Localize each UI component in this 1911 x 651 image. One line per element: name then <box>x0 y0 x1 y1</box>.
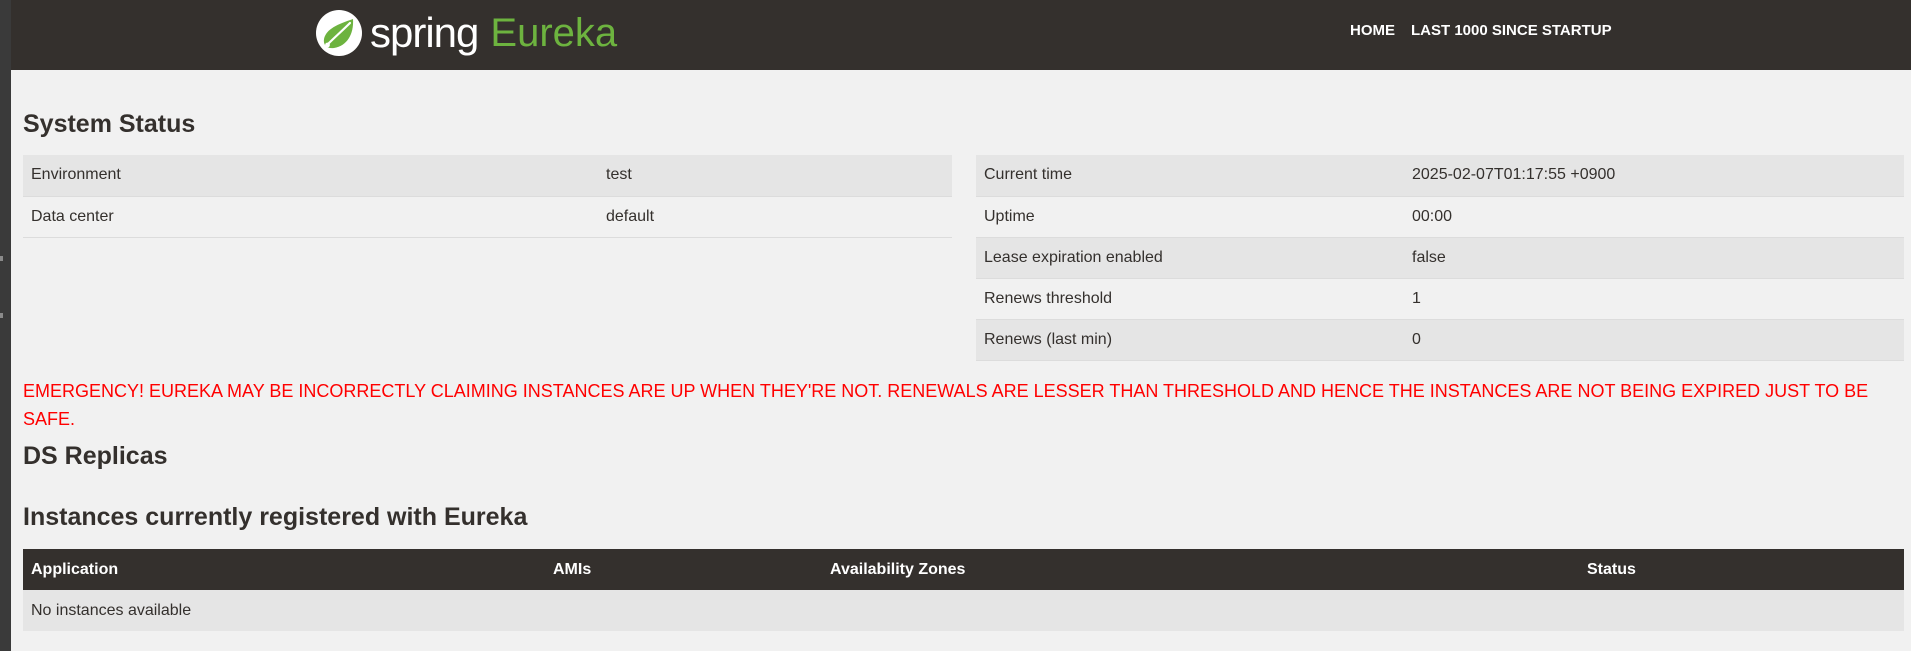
table-row: Renews threshold 1 <box>976 278 1904 320</box>
row-value: test <box>598 155 952 197</box>
ds-replicas-heading: DS Replicas <box>23 442 168 470</box>
table-row: Uptime 00:00 <box>976 196 1904 238</box>
brand-spring-text: spring <box>370 9 479 56</box>
row-label: Current time <box>976 155 1404 197</box>
row-label: Data center <box>23 196 598 238</box>
row-label: Lease expiration enabled <box>976 237 1404 279</box>
row-label: Renews threshold <box>976 278 1404 320</box>
nav-last1000-link[interactable]: LAST 1000 SINCE STARTUP <box>1411 22 1612 39</box>
row-value: default <box>598 196 952 238</box>
instances-heading: Instances currently registered with Eure… <box>23 503 528 531</box>
table-header-row: Application AMIs Availability Zones Stat… <box>23 549 1904 590</box>
row-label: Renews (last min) <box>976 319 1404 361</box>
window-edge <box>0 0 11 651</box>
edge-marker <box>0 313 3 318</box>
edge-marker <box>0 256 3 261</box>
brand-eureka-text: Eureka <box>490 11 618 55</box>
table-row: Current time 2025-02-07T01:17:55 +0900 <box>976 155 1904 197</box>
empty-instances-message: No instances available <box>23 590 1904 631</box>
spring-leaf-icon <box>316 10 362 56</box>
environment-table: Environment test Data center default <box>23 155 952 238</box>
row-value: 2025-02-07T01:17:55 +0900 <box>1404 155 1904 197</box>
table-row: No instances available <box>23 590 1904 631</box>
column-header-availability-zones: Availability Zones <box>822 549 1579 590</box>
brand-logo-link[interactable]: spring Eureka <box>316 9 617 57</box>
table-row: Data center default <box>23 196 952 238</box>
instances-table: Application AMIs Availability Zones Stat… <box>23 549 1904 631</box>
table-row: Environment test <box>23 155 952 197</box>
row-value: false <box>1404 237 1904 279</box>
table-row: Renews (last min) 0 <box>976 319 1904 361</box>
emergency-warning: EMERGENCY! EUREKA MAY BE INCORRECTLY CLA… <box>23 381 1869 429</box>
row-label: Environment <box>23 155 598 197</box>
row-value: 0 <box>1404 319 1904 361</box>
column-header-amis: AMIs <box>545 549 822 590</box>
column-header-application: Application <box>23 549 545 590</box>
system-status-heading: System Status <box>23 110 196 138</box>
nav-home-link[interactable]: HOME <box>1350 22 1395 39</box>
table-row: Lease expiration enabled false <box>976 237 1904 279</box>
column-header-status: Status <box>1579 549 1904 590</box>
row-value: 00:00 <box>1404 196 1904 238</box>
row-label: Uptime <box>976 196 1404 238</box>
row-value: 1 <box>1404 278 1904 320</box>
nav-links: HOME LAST 1000 SINCE STARTUP <box>1350 22 1612 39</box>
navbar: spring Eureka HOME LAST 1000 SINCE START… <box>11 0 1911 70</box>
runtime-status-table: Current time 2025-02-07T01:17:55 +0900 U… <box>976 155 1904 361</box>
